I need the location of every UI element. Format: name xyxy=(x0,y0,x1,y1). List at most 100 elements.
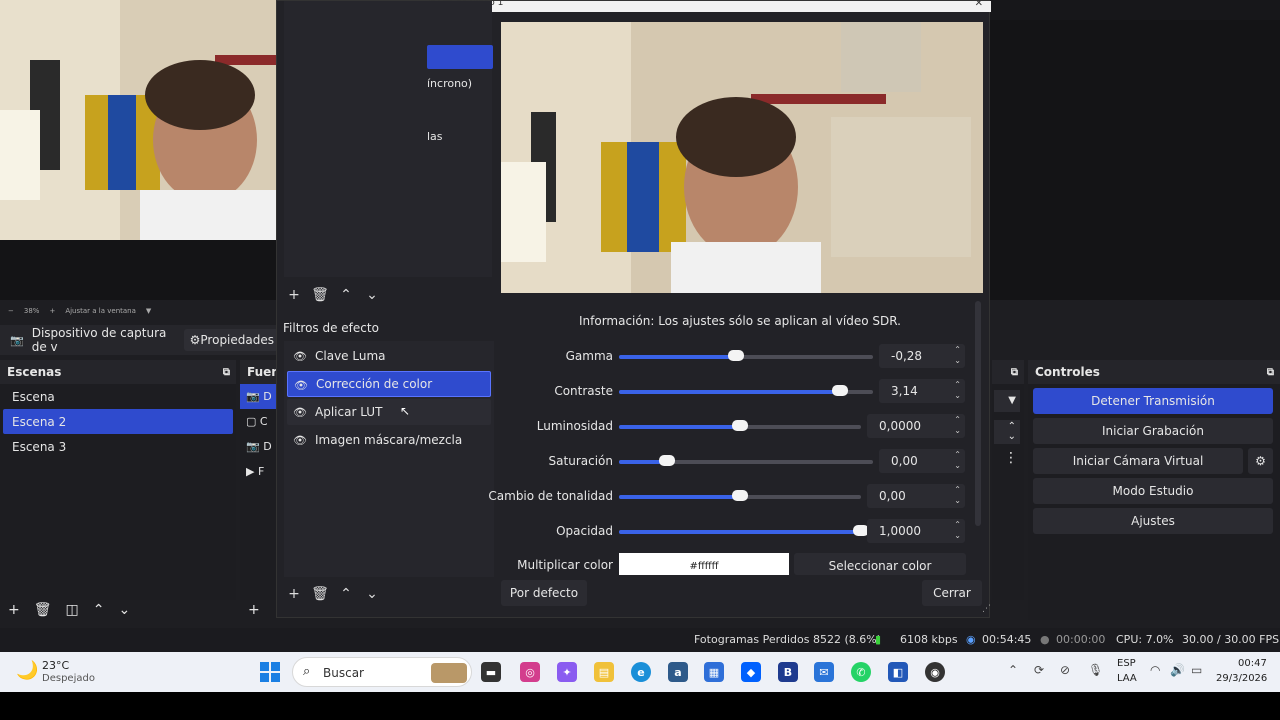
chevron-up-icon[interactable]: ⌃ xyxy=(1008,663,1018,677)
add-source-icon[interactable]: + xyxy=(248,602,260,618)
move-down-icon[interactable]: ⌄ xyxy=(363,286,381,304)
gamma-spinbox[interactable]: -0,28 ⌃ ⌄ xyxy=(879,344,965,368)
contrast-slider[interactable] xyxy=(619,385,873,396)
copilot-icon[interactable]: ✦ xyxy=(557,662,577,682)
app-icon[interactable]: ◧ xyxy=(888,662,908,682)
eye-icon[interactable]: 👁 xyxy=(293,406,307,419)
chevron-down-icon[interactable]: ▼ xyxy=(146,307,151,315)
contrast-spinbox[interactable]: 3,14 ⌃ ⌄ xyxy=(879,379,965,403)
start-recording-button[interactable]: Iniciar Grabación xyxy=(1033,418,1273,444)
stop-streaming-button[interactable]: Detener Transmisión xyxy=(1033,388,1273,414)
location-off-icon[interactable]: ⊘ xyxy=(1060,663,1070,677)
effect-item-apply-lut[interactable]: 👁 Aplicar LUT ↖ xyxy=(287,399,491,425)
close-icon[interactable]: ✕ xyxy=(975,0,983,9)
eye-icon[interactable]: 👁 xyxy=(293,350,307,363)
scene-item[interactable]: Escena 3 xyxy=(3,434,233,459)
undock-icon[interactable]: ⧉ xyxy=(223,367,230,378)
effect-item-color-correction[interactable]: 👁 Corrección de color xyxy=(287,371,491,397)
amazon-icon[interactable]: a xyxy=(668,662,688,682)
virtual-camera-settings-button[interactable]: ⚙ xyxy=(1248,448,1273,474)
move-up-icon[interactable]: ⌃ xyxy=(93,602,105,618)
color-swatch[interactable]: #ffffff xyxy=(619,553,789,575)
task-view-icon[interactable]: ▬ xyxy=(481,662,501,682)
zoom-out-button[interactable]: − xyxy=(8,307,14,315)
language-code[interactable]: ESP xyxy=(1117,658,1136,669)
add-scene-icon[interactable]: + xyxy=(8,602,20,618)
opacity-slider[interactable] xyxy=(619,525,869,536)
move-down-icon[interactable]: ⌄ xyxy=(363,585,381,603)
trash-icon[interactable]: 🗑 xyxy=(311,585,329,603)
trash-icon[interactable]: 🗑 xyxy=(311,286,329,304)
windows-start-icon[interactable] xyxy=(260,662,280,682)
search-box[interactable]: ⌕ Buscar xyxy=(292,657,472,687)
zoom-in-button[interactable]: + xyxy=(49,307,55,315)
wifi-icon[interactable]: ◠ xyxy=(1150,663,1160,677)
undock-icon[interactable]: ⧉ xyxy=(1267,367,1274,378)
file-explorer-icon[interactable]: ▤ xyxy=(594,662,614,682)
source-item[interactable]: 📷 D xyxy=(240,384,276,409)
outlook-icon[interactable]: ✉ xyxy=(814,662,834,682)
brightness-spinbox[interactable]: 0,0000 ⌃ ⌄ xyxy=(867,414,965,438)
resize-grip-icon[interactable]: ⋰ xyxy=(982,604,991,614)
start-virtual-camera-button[interactable]: Iniciar Cámara Virtual xyxy=(1033,448,1243,474)
obs-icon[interactable]: ◉ xyxy=(925,662,945,682)
hue-shift-spinbox[interactable]: 0,00 ⌃ ⌄ xyxy=(867,484,965,508)
clock-time[interactable]: 00:47 xyxy=(1238,658,1267,669)
weather-description[interactable]: Despejado xyxy=(42,673,95,684)
chevron-down-icon[interactable]: ▼ xyxy=(994,390,1020,412)
brightness-slider[interactable] xyxy=(619,420,861,431)
scrollbar[interactable] xyxy=(975,301,981,526)
battery-icon[interactable]: ▭ xyxy=(1191,663,1202,677)
spin-arrows-icon[interactable]: ⌃ ⌄ xyxy=(954,344,961,366)
hue-shift-slider[interactable] xyxy=(619,490,861,501)
add-icon[interactable]: + xyxy=(285,585,303,603)
move-up-icon[interactable]: ⌃ xyxy=(337,286,355,304)
filter-item-text[interactable]: íncrono) xyxy=(427,77,472,90)
undock-icon[interactable]: ⧉ xyxy=(1011,367,1018,378)
scene-filters-icon[interactable]: ◫ xyxy=(66,602,79,618)
selected-filter-item[interactable] xyxy=(427,45,493,69)
clock-date[interactable]: 29/3/2026 xyxy=(1216,673,1267,684)
spin-arrows-icon[interactable]: ⌃ ⌄ xyxy=(954,379,961,401)
source-item[interactable]: 📷 D xyxy=(240,434,276,459)
scene-item[interactable]: Escena xyxy=(3,384,233,409)
scene-item-selected[interactable]: Escena 2 xyxy=(3,409,233,434)
spin-arrows-icon[interactable]: ⌃ ⌄ xyxy=(954,519,961,541)
move-down-icon[interactable]: ⌄ xyxy=(118,602,130,618)
more-options-icon[interactable]: ⋮ xyxy=(1004,450,1018,466)
properties-button[interactable]: ⚙Propiedades xyxy=(183,329,280,351)
settings-button[interactable]: Ajustes xyxy=(1033,508,1273,534)
volume-icon[interactable]: 🔊 xyxy=(1170,663,1185,677)
eye-icon[interactable]: 👁 xyxy=(293,434,307,447)
spin-arrows-icon[interactable]: ⌃ ⌄ xyxy=(954,449,961,471)
spin-arrows-icon[interactable]: ⌃ ⌄ xyxy=(994,420,1020,444)
filter-item-text[interactable]: las xyxy=(427,130,443,143)
effect-item-luma-key[interactable]: 👁 Clave Luma xyxy=(287,343,491,369)
eye-icon[interactable]: 👁 xyxy=(294,379,308,392)
gamma-slider[interactable] xyxy=(619,350,873,361)
b-app-icon[interactable]: B xyxy=(778,662,798,682)
whatsapp-icon[interactable]: ✆ xyxy=(851,662,871,682)
spin-arrows-icon[interactable]: ⌃ ⌄ xyxy=(954,414,961,436)
saturation-spinbox[interactable]: 0,00 ⌃ ⌄ xyxy=(879,449,965,473)
source-item[interactable]: ▶ F xyxy=(240,459,276,484)
instagram-icon[interactable]: ◎ xyxy=(520,662,540,682)
keyboard-layout[interactable]: LAA xyxy=(1117,673,1137,684)
saturation-slider[interactable] xyxy=(619,455,873,466)
store-icon[interactable]: ▦ xyxy=(704,662,724,682)
move-up-icon[interactable]: ⌃ xyxy=(337,585,355,603)
close-button[interactable]: Cerrar xyxy=(922,580,982,606)
effect-item-image-mask[interactable]: 👁 Imagen máscara/mezcla xyxy=(287,427,491,453)
studio-mode-button[interactable]: Modo Estudio xyxy=(1033,478,1273,504)
opacity-spinbox[interactable]: 1,0000 ⌃ ⌄ xyxy=(867,519,965,543)
edge-icon[interactable]: e xyxy=(631,662,651,682)
weather-temperature[interactable]: 23°C xyxy=(42,659,69,672)
spin-arrows-icon[interactable]: ⌃ ⌄ xyxy=(954,484,961,506)
remove-scene-icon[interactable]: 🗑 xyxy=(34,602,52,618)
sync-icon[interactable]: ⟳ xyxy=(1034,663,1044,677)
select-color-button[interactable]: Seleccionar color xyxy=(794,553,966,575)
microphone-icon[interactable]: 🎙 xyxy=(1088,663,1103,677)
add-icon[interactable]: + xyxy=(285,286,303,304)
dropbox-icon[interactable]: ◆ xyxy=(741,662,761,682)
source-item[interactable]: ▢ C xyxy=(240,409,276,434)
